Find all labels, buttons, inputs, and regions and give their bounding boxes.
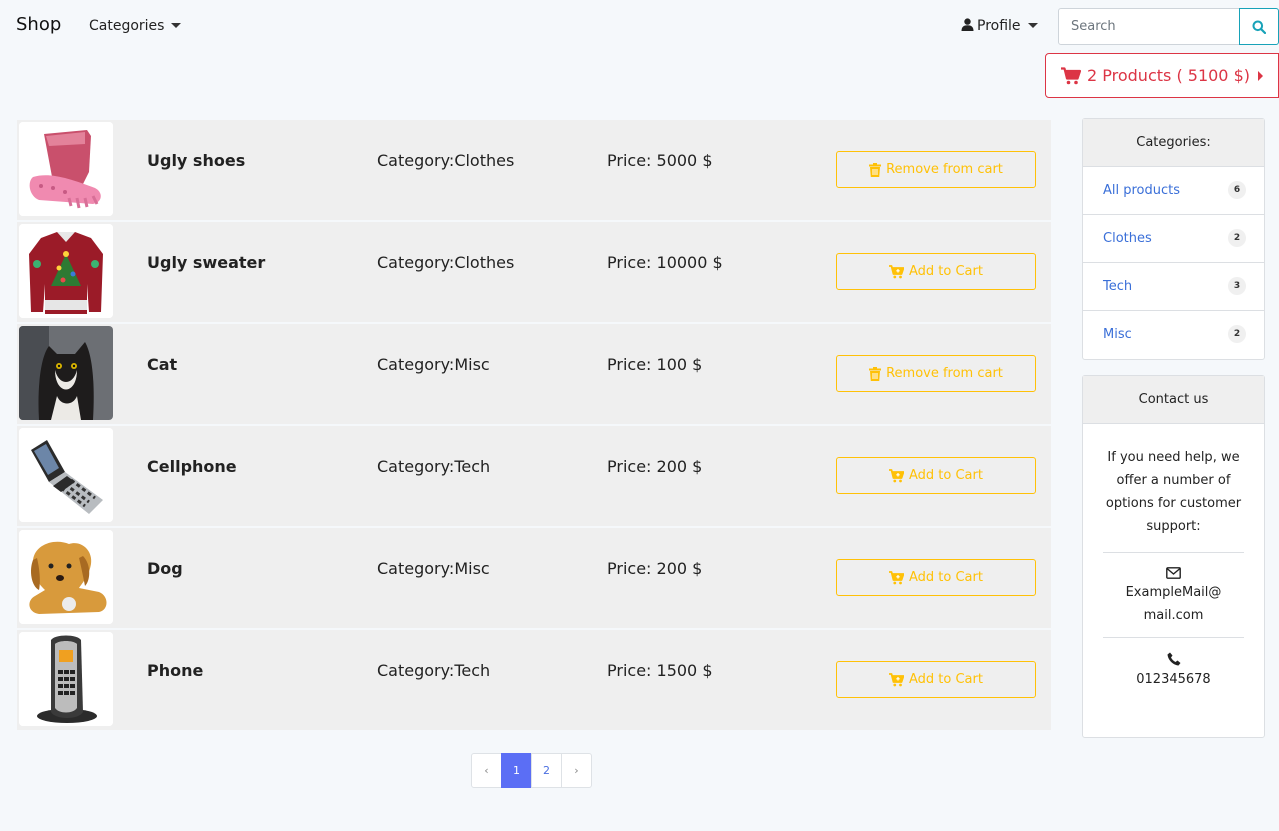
contact-email: ExampleMail@ mail.com [1103, 552, 1244, 637]
remove-from-cart-button[interactable]: Remove from cart [836, 355, 1036, 392]
category-count-badge: 2 [1228, 325, 1246, 343]
product-name[interactable]: Cat [147, 355, 177, 374]
contact-phone: 012345678 [1103, 637, 1244, 709]
product-row: Dog Category:Misc Price: 200 $ Add to Ca… [17, 528, 1051, 628]
category-count-badge: 2 [1228, 229, 1246, 247]
chevron-down-icon [171, 22, 182, 28]
product-name[interactable]: Cellphone [147, 457, 237, 476]
cart-plus-icon [889, 468, 904, 482]
category-count-badge: 3 [1228, 277, 1246, 295]
product-price: Price: 200 $ [607, 559, 703, 578]
contact-description: If you need help, we offer a number of o… [1105, 450, 1242, 534]
category-label[interactable]: Tech [1103, 279, 1132, 294]
product-image [19, 326, 113, 420]
categories-dropdown[interactable]: Categories [89, 18, 182, 34]
cart-summary: 2 Products ( 5100 $) [1087, 66, 1250, 85]
product-category: Category:Misc [377, 355, 490, 374]
user-icon [961, 18, 974, 31]
product-price: Price: 10000 $ [607, 253, 723, 272]
page-prev[interactable]: ‹ [471, 753, 502, 788]
cart-plus-icon [889, 570, 904, 584]
button-label: Add to Cart [909, 570, 983, 585]
contact-card: Contact us If you need help, we offer a … [1082, 375, 1265, 738]
search-icon [1252, 20, 1266, 34]
brand[interactable]: Shop [16, 14, 61, 35]
product-row: Phone Category:Tech Price: 1500 $ Add to… [17, 630, 1051, 730]
product-name[interactable]: Phone [147, 661, 203, 680]
cart-plus-icon [889, 264, 904, 278]
add-to-cart-button[interactable]: Add to Cart [836, 661, 1036, 698]
categories-title: Categories: [1083, 119, 1264, 167]
profile-dropdown[interactable]: Profile [961, 18, 1038, 34]
email-text[interactable]: ExampleMail@ mail.com [1126, 585, 1222, 623]
product-image [19, 224, 113, 318]
category-label[interactable]: Misc [1103, 327, 1132, 342]
button-label: Add to Cart [909, 672, 983, 687]
product-category: Category:Tech [377, 661, 491, 680]
product-name[interactable]: Dog [147, 559, 183, 578]
profile-label: Profile [977, 18, 1021, 34]
remove-from-cart-button[interactable]: Remove from cart [836, 151, 1036, 188]
category-item-clothes[interactable]: Clothes 2 [1083, 215, 1264, 263]
button-label: Remove from cart [886, 366, 1003, 381]
chevron-down-icon [1027, 22, 1038, 28]
phone-icon [1167, 652, 1180, 666]
product-image [19, 632, 113, 726]
envelope-icon [1166, 567, 1181, 579]
trash-icon [869, 162, 882, 177]
product-row: Ugly sweater Category:Clothes Price: 100… [17, 222, 1051, 322]
contact-title: Contact us [1083, 376, 1264, 424]
product-price: Price: 100 $ [607, 355, 703, 374]
button-label: Add to Cart [909, 264, 983, 279]
add-to-cart-button[interactable]: Add to Cart [836, 253, 1036, 290]
page-1[interactable]: 1 [501, 753, 532, 788]
category-label[interactable]: Clothes [1103, 231, 1152, 246]
cart-button[interactable]: 2 Products ( 5100 $) [1045, 53, 1279, 98]
product-category: Category:Tech [377, 457, 491, 476]
category-item-tech[interactable]: Tech 3 [1083, 263, 1264, 311]
cart-plus-icon [889, 672, 904, 686]
product-name[interactable]: Ugly sweater [147, 253, 265, 272]
categories-dropdown-label: Categories [89, 18, 165, 34]
product-image [19, 122, 113, 216]
caret-right-icon [1258, 70, 1263, 81]
search-button[interactable] [1239, 8, 1279, 45]
category-item-all-products[interactable]: All products 6 [1083, 167, 1264, 215]
product-row: Ugly shoes Category:Clothes Price: 5000 … [17, 120, 1051, 220]
product-row: Cellphone Category:Tech Price: 200 $ Add… [17, 426, 1051, 526]
product-price: Price: 200 $ [607, 457, 703, 476]
category-label[interactable]: All products [1103, 183, 1180, 198]
product-image [19, 428, 113, 522]
categories-card: Categories: All products 6 Clothes 2 Tec… [1082, 118, 1265, 360]
add-to-cart-button[interactable]: Add to Cart [836, 559, 1036, 596]
product-category: Category:Clothes [377, 151, 515, 170]
button-label: Remove from cart [886, 162, 1003, 177]
navbar: Shop Categories Profile [0, 0, 1279, 53]
product-name[interactable]: Ugly shoes [147, 151, 245, 170]
product-category: Category:Clothes [377, 253, 515, 272]
product-price: Price: 5000 $ [607, 151, 713, 170]
category-count-badge: 6 [1228, 181, 1246, 199]
add-to-cart-button[interactable]: Add to Cart [836, 457, 1036, 494]
product-category: Category:Misc [377, 559, 490, 578]
category-item-misc[interactable]: Misc 2 [1083, 311, 1264, 359]
product-row: Cat Category:Misc Price: 100 $ Remove fr… [17, 324, 1051, 424]
trash-icon [869, 366, 882, 381]
search-input[interactable] [1058, 8, 1240, 45]
product-price: Price: 1500 $ [607, 661, 713, 680]
shopping-cart-icon [1061, 66, 1081, 84]
page-2[interactable]: 2 [531, 753, 562, 788]
pagination: ‹ 1 2 › [471, 753, 592, 788]
product-image [19, 530, 113, 624]
page-next[interactable]: › [561, 753, 592, 788]
button-label: Add to Cart [909, 468, 983, 483]
phone-text[interactable]: 012345678 [1136, 672, 1210, 687]
